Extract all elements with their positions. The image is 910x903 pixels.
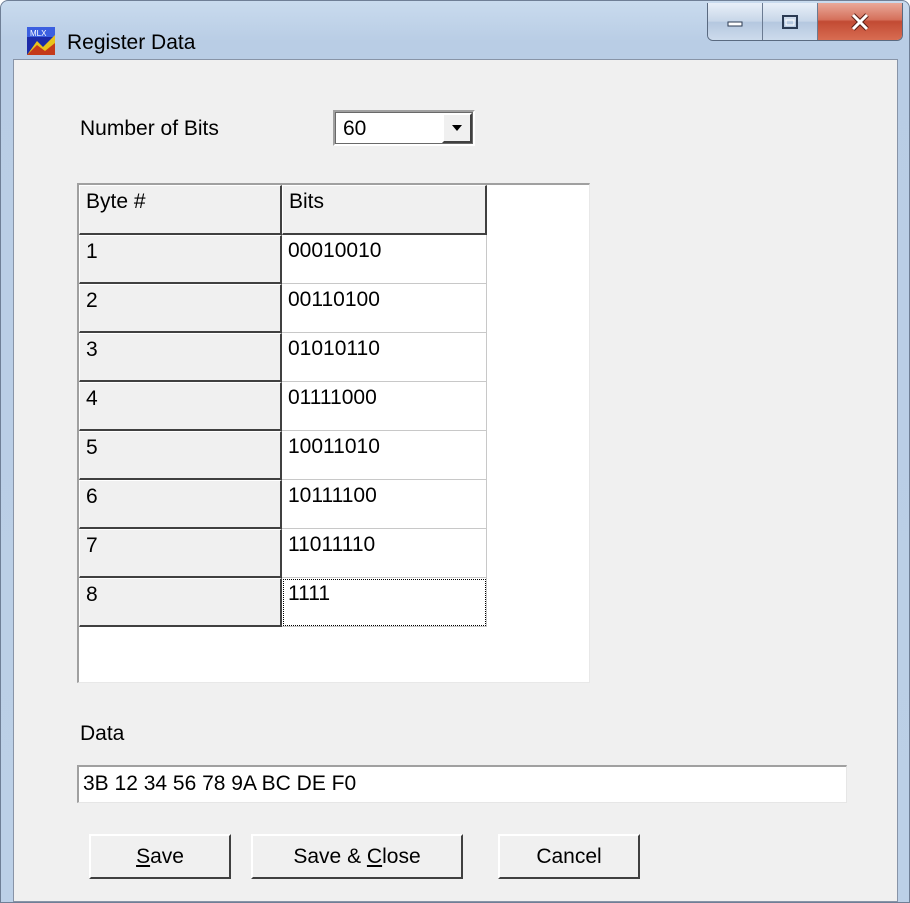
row-header[interactable]: 8 <box>79 578 282 627</box>
save-close-button[interactable]: Save & Close <box>251 834 463 879</box>
number-of-bits-value: 60 <box>343 117 367 140</box>
window-title: Register Data <box>67 31 196 54</box>
data-field[interactable]: 3B 12 34 56 78 9A BC DE F0 <box>77 765 847 803</box>
bits-cell[interactable]: 00110100 <box>282 284 487 333</box>
number-of-bits-select[interactable]: 60 <box>333 110 475 146</box>
minimize-button[interactable] <box>708 3 763 40</box>
window-controls <box>707 3 903 41</box>
close-button[interactable] <box>818 3 902 40</box>
row-header[interactable]: 6 <box>79 480 282 529</box>
bits-cell[interactable]: 00010010 <box>282 235 487 284</box>
dropdown-button[interactable] <box>442 113 472 143</box>
app-icon: MLX <box>27 27 55 55</box>
save-label: Save <box>136 844 184 868</box>
row-header[interactable]: 3 <box>79 333 282 382</box>
save-close-label: Save & Close <box>293 844 421 868</box>
bits-cell[interactable]: 01111000 <box>282 382 487 431</box>
row-header[interactable]: 4 <box>79 382 282 431</box>
bits-cell[interactable]: 10011010 <box>282 431 487 480</box>
data-label: Data <box>80 722 125 745</box>
row-header[interactable]: 2 <box>79 284 282 333</box>
number-of-bits-label: Number of Bits <box>80 117 219 140</box>
register-grid[interactable]: Byte # Bits 1 00010010 2 00110100 3 0101… <box>77 183 590 683</box>
save-button[interactable]: Save <box>89 834 231 879</box>
bits-cell-active[interactable]: 1111 <box>282 578 487 627</box>
maximize-button[interactable] <box>763 3 818 40</box>
close-icon <box>851 12 869 31</box>
row-header[interactable]: 1 <box>79 235 282 284</box>
row-header[interactable]: 5 <box>79 431 282 480</box>
svg-text:MLX: MLX <box>30 29 47 38</box>
chevron-down-icon <box>452 125 462 131</box>
title-bar[interactable]: MLX Register Data <box>1 1 909 59</box>
row-header[interactable]: 7 <box>79 529 282 578</box>
minimize-icon <box>727 21 743 26</box>
cancel-button[interactable]: Cancel <box>498 834 640 879</box>
column-header-bits[interactable]: Bits <box>282 185 487 235</box>
bits-cell[interactable]: 10111100 <box>282 480 487 529</box>
column-header-byte[interactable]: Byte # <box>79 185 282 235</box>
bits-cell[interactable]: 01010110 <box>282 333 487 382</box>
bits-cell[interactable]: 11011110 <box>282 529 487 578</box>
maximize-icon <box>782 14 798 29</box>
